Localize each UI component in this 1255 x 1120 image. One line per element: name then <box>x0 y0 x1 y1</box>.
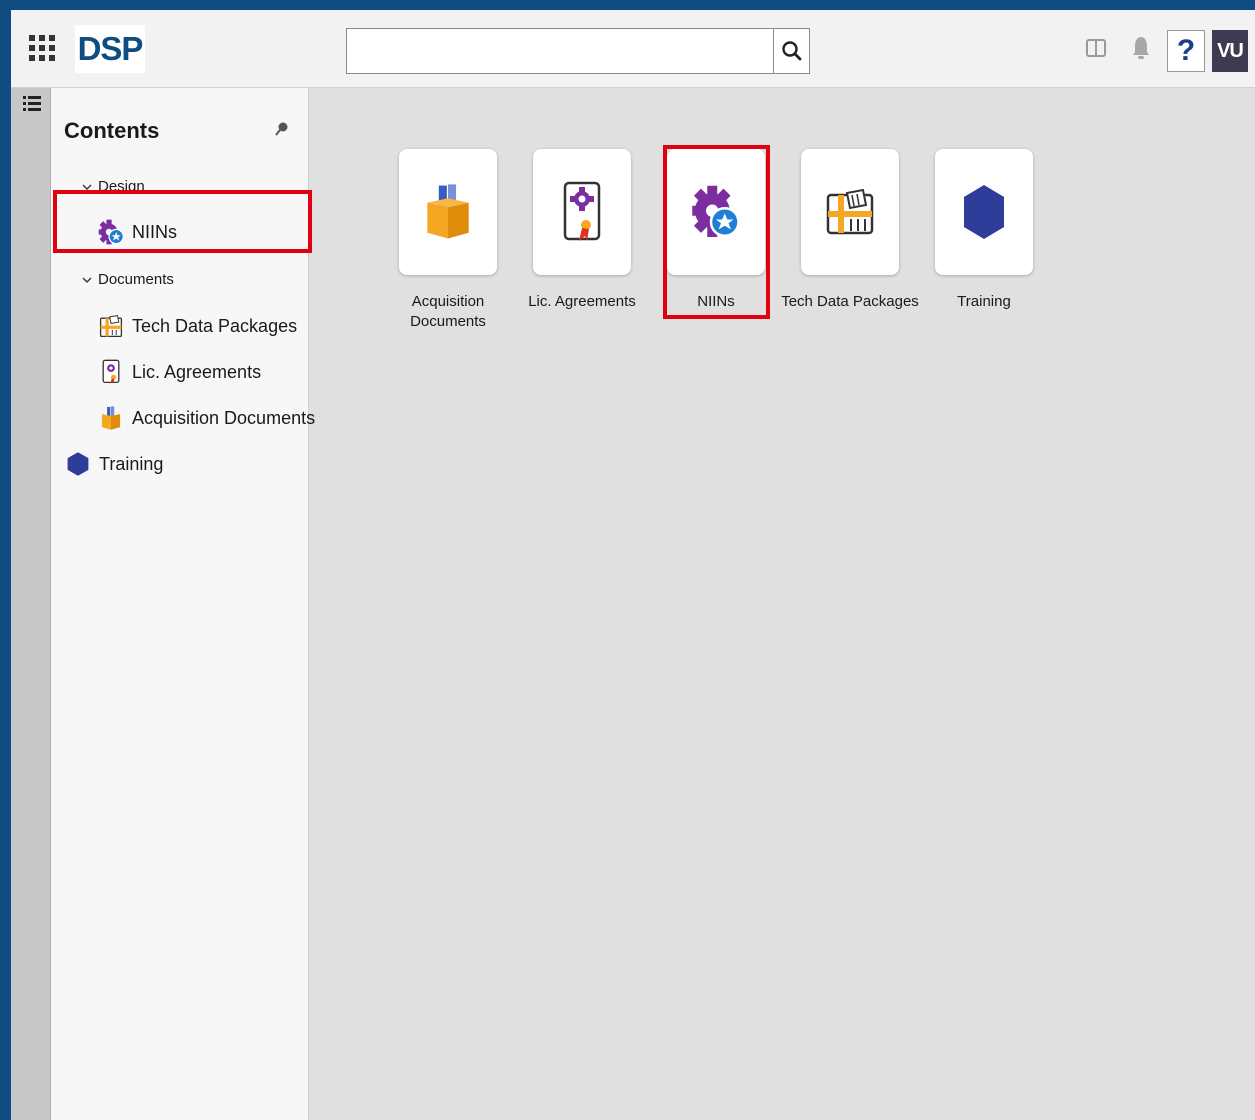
tile-lic-agreements[interactable]: Lic. Agreements <box>528 149 636 312</box>
contents-sidebar: Contents Design NIINs Documents Tech Dat… <box>51 88 315 1120</box>
app-logo[interactable]: DSP <box>75 25 145 73</box>
app-frame: DSP ? VU Contents Design NIINs Documents… <box>11 10 1255 1120</box>
left-rail <box>11 88 51 1120</box>
tile-tech-data-packages[interactable]: Tech Data Packages <box>781 149 919 312</box>
sidebar-item-label: Acquisition Documents <box>132 407 316 428</box>
app-grid-icon[interactable] <box>28 34 56 62</box>
tile-acquisition-documents[interactable]: Acquisition Documents <box>399 149 497 332</box>
search-input[interactable] <box>346 28 774 74</box>
notifications-button[interactable] <box>1130 34 1152 62</box>
tree-group-label: Design <box>98 178 145 195</box>
tile-training[interactable]: Training <box>935 149 1033 312</box>
pin-icon[interactable] <box>274 121 290 137</box>
hexagon-icon <box>67 452 89 476</box>
search-icon <box>781 41 801 61</box>
tech-data-icon <box>99 315 123 338</box>
search-button[interactable] <box>773 28 810 74</box>
tree-group-design[interactable]: Design <box>81 178 145 195</box>
sidebar-title: Contents <box>64 118 160 143</box>
tile-card <box>399 149 497 275</box>
split-panel-icon <box>1086 39 1106 57</box>
panel-toggle-button[interactable] <box>1085 37 1107 59</box>
sidebar-item-label: NIINs <box>132 221 177 242</box>
tile-label: Tech Data Packages <box>781 293 919 310</box>
tree-group-label: Documents <box>98 271 174 288</box>
sidebar-item-acquisition-documents[interactable]: Acquisition Documents <box>98 405 315 431</box>
acquisition-box-icon <box>101 406 121 430</box>
acquisition-box-icon <box>427 184 469 239</box>
top-bar: DSP ? VU <box>11 10 1255 88</box>
sidebar-item-label: Lic. Agreements <box>132 361 262 382</box>
help-button[interactable]: ? <box>1167 30 1205 72</box>
bell-icon <box>1133 37 1149 59</box>
license-icon <box>563 181 601 241</box>
hexagon-icon <box>964 185 1004 239</box>
sidebar-item-tech-data-packages[interactable]: Tech Data Packages <box>98 313 297 339</box>
tile-card <box>533 149 631 275</box>
tile-label: NIINs <box>697 293 735 310</box>
tile-label: Lic. Agreements <box>528 293 636 310</box>
tile-card <box>801 149 899 275</box>
chevron-down-icon <box>82 277 92 283</box>
tile-label: Training <box>957 293 1011 310</box>
tree-group-documents[interactable]: Documents <box>81 271 174 288</box>
niins-gear-icon <box>692 185 740 237</box>
sidebar-item-label: Training <box>99 453 164 474</box>
tile-card <box>667 149 765 275</box>
tile-niins[interactable]: NIINs <box>667 149 765 312</box>
license-icon <box>102 359 120 384</box>
sidebar-item-training[interactable]: Training <box>65 451 163 477</box>
sidebar-item-label: Tech Data Packages <box>132 315 298 336</box>
niins-gear-icon <box>98 219 124 245</box>
chevron-down-icon <box>82 184 92 190</box>
tile-card <box>935 149 1033 275</box>
list-view-icon[interactable] <box>22 94 42 114</box>
tile-label: Acquisition Documents <box>410 293 486 330</box>
tech-data-icon <box>826 188 874 235</box>
sidebar-item-lic-agreements[interactable]: Lic. Agreements <box>98 359 261 385</box>
user-avatar[interactable]: VU <box>1212 30 1248 72</box>
sidebar-item-niins[interactable]: NIINs <box>98 219 177 245</box>
